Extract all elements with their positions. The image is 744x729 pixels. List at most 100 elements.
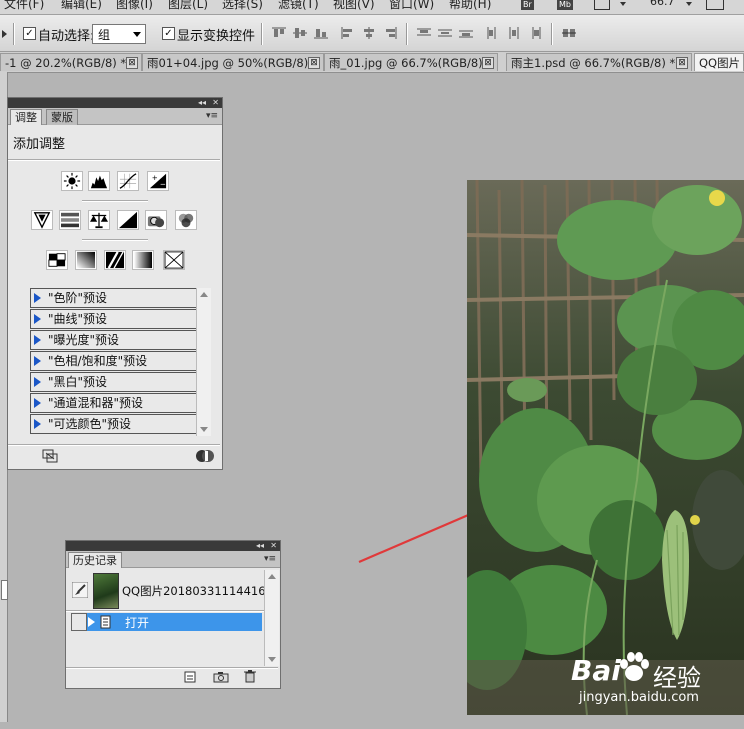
threshold-icon[interactable] [104, 250, 126, 270]
scroll-down-icon[interactable] [268, 657, 276, 662]
zoom-dropdown-icon[interactable] [686, 2, 692, 6]
scroll-up-icon[interactable] [200, 292, 208, 297]
menu-image[interactable]: 图像(I) [116, 0, 153, 12]
close-icon[interactable]: ⊠ [676, 57, 688, 69]
close-icon[interactable]: ⊠ [308, 57, 320, 69]
panel-title-bar[interactable]: ◂◂ ✕ [8, 98, 222, 108]
chevron-down-icon[interactable] [620, 2, 626, 6]
document-tab-4[interactable]: 雨主1.psd @ 66.7%(RGB/8) * ⊠ [506, 53, 692, 71]
distribute-top-icon[interactable] [417, 27, 431, 39]
panel-menu-icon[interactable]: ▾≡ [264, 554, 276, 564]
black-white-icon[interactable] [117, 210, 139, 230]
panel-title-bar[interactable]: ◂◂ ✕ [66, 541, 280, 551]
menu-edit[interactable]: 编辑(E) [61, 0, 102, 12]
camera-icon[interactable] [213, 671, 229, 683]
svg-text:+: + [152, 173, 158, 182]
history-scrollbar[interactable] [264, 570, 279, 666]
preset-levels[interactable]: "色阶"预设 [30, 288, 201, 308]
preset-scrollbar[interactable] [196, 288, 211, 436]
close-panel-button[interactable]: ✕ [270, 541, 277, 551]
preset-hue-saturation[interactable]: "色相/饱和度"预设 [30, 351, 201, 371]
hue-saturation-icon[interactable] [59, 210, 81, 230]
close-icon[interactable]: ⊠ [482, 57, 494, 69]
watermark-brand-left: Bai [571, 654, 621, 687]
zoom-level[interactable]: 66.7 [650, 0, 675, 8]
preset-black-white[interactable]: "黑白"预设 [30, 372, 201, 392]
channel-mixer-icon[interactable] [175, 210, 197, 230]
invert-icon[interactable] [46, 250, 68, 270]
distribute-vertical-center-icon[interactable] [438, 27, 452, 39]
auto-select-checkbox[interactable]: ✓ [23, 27, 36, 40]
arrange-documents-icon[interactable] [706, 0, 724, 10]
history-brush-icon[interactable] [72, 582, 88, 598]
show-transform-checkbox[interactable]: ✓ [162, 27, 175, 40]
tab-adjustments[interactable]: 调整 [10, 109, 42, 125]
expand-view-icon[interactable] [42, 449, 58, 463]
document-canvas-image[interactable]: Bai 经验 jingyan.baidu.com [467, 180, 744, 715]
bridge-button[interactable]: Br [521, 0, 534, 10]
document-tab-label: 雨01+04.jpg @ 50%(RGB/8) [147, 56, 309, 70]
close-icon[interactable]: ⊠ [126, 57, 138, 69]
align-left-icon[interactable] [341, 27, 355, 39]
preset-selective-color[interactable]: "可选颜色"预设 [30, 414, 201, 434]
photo-filter-icon[interactable] [145, 210, 167, 230]
menu-file[interactable]: 文件(F) [4, 0, 44, 12]
gradient-map-icon[interactable] [132, 250, 154, 270]
selective-color-icon[interactable] [163, 250, 185, 270]
align-horizontal-center-icon[interactable] [362, 27, 376, 39]
distribute-bottom-icon[interactable] [459, 27, 473, 39]
mini-bridge-button[interactable]: Mb [557, 0, 573, 10]
document-tab-1[interactable]: -1 @ 20.2%(RGB/8) * ⊠ [0, 53, 142, 71]
align-vertical-center-icon[interactable] [293, 27, 307, 39]
preset-channel-mixer[interactable]: "通道混和器"预设 [30, 393, 201, 413]
menu-filter[interactable]: 滤镜(T) [278, 0, 319, 12]
brightness-contrast-icon[interactable] [61, 171, 83, 191]
align-right-icon[interactable] [383, 27, 397, 39]
preset-curves[interactable]: "曲线"预设 [30, 309, 201, 329]
clip-to-layer-icon[interactable] [195, 449, 215, 463]
collapse-panel-button[interactable]: ◂◂ [198, 98, 206, 108]
history-snapshot-row[interactable]: QQ图片20180331114416... [66, 570, 277, 610]
tool-preset-arrow-icon[interactable] [2, 30, 7, 38]
document-tab-label: -1 @ 20.2%(RGB/8) * [5, 56, 127, 70]
document-tab-3[interactable]: 雨_01.jpg @ 66.7%(RGB/8) ⊠ [324, 53, 498, 71]
exposure-icon[interactable]: +− [147, 171, 169, 191]
document-tab-2[interactable]: 雨01+04.jpg @ 50%(RGB/8) ⊠ [142, 53, 324, 71]
menu-help[interactable]: 帮助(H) [449, 0, 491, 12]
auto-select-dropdown[interactable]: 组 [92, 24, 146, 44]
collapse-panel-button[interactable]: ◂◂ [256, 541, 264, 551]
tool-swatch[interactable] [1, 580, 8, 600]
history-step-open[interactable]: 打开 [71, 613, 262, 631]
menu-view[interactable]: 视图(V) [333, 0, 375, 12]
auto-align-layers-icon[interactable] [562, 27, 576, 39]
view-extras-icon[interactable] [594, 0, 610, 10]
curves-icon[interactable] [117, 171, 139, 191]
menu-window[interactable]: 窗口(W) [389, 0, 434, 12]
tab-masks[interactable]: 蒙版 [46, 109, 78, 125]
trash-icon[interactable] [243, 670, 257, 683]
vibrance-icon[interactable] [31, 210, 53, 230]
history-state-source-box[interactable] [71, 613, 87, 631]
expand-triangle-icon [34, 314, 41, 324]
menu-layer[interactable]: 图层(L) [168, 0, 208, 12]
menu-select[interactable]: 选择(S) [222, 0, 263, 12]
levels-icon[interactable] [88, 171, 110, 191]
document-tab-bar: -1 @ 20.2%(RGB/8) * ⊠ 雨01+04.jpg @ 50%(R… [0, 52, 744, 73]
scroll-up-icon[interactable] [268, 574, 276, 579]
scroll-down-icon[interactable] [200, 427, 208, 432]
distribute-right-icon[interactable] [528, 27, 542, 39]
adjustments-panel: ◂◂ ✕ 调整 蒙版 ▾≡ 添加调整 + − "色阶"预设 "曲线"预设 "曝光度… [7, 97, 223, 470]
distribute-horizontal-center-icon[interactable] [507, 27, 521, 39]
tab-history[interactable]: 历史记录 [68, 552, 122, 568]
expand-triangle-icon [34, 377, 41, 387]
preset-exposure[interactable]: "曝光度"预设 [30, 330, 201, 350]
posterize-icon[interactable] [75, 250, 97, 270]
new-document-from-state-icon[interactable] [183, 671, 197, 683]
document-tab-active[interactable]: QQ图片 [694, 53, 744, 71]
align-top-icon[interactable] [272, 27, 286, 39]
panel-menu-icon[interactable]: ▾≡ [206, 111, 218, 121]
color-balance-icon[interactable] [88, 210, 110, 230]
align-bottom-icon[interactable] [314, 27, 328, 39]
distribute-left-icon[interactable] [486, 27, 500, 39]
close-panel-button[interactable]: ✕ [212, 98, 219, 108]
